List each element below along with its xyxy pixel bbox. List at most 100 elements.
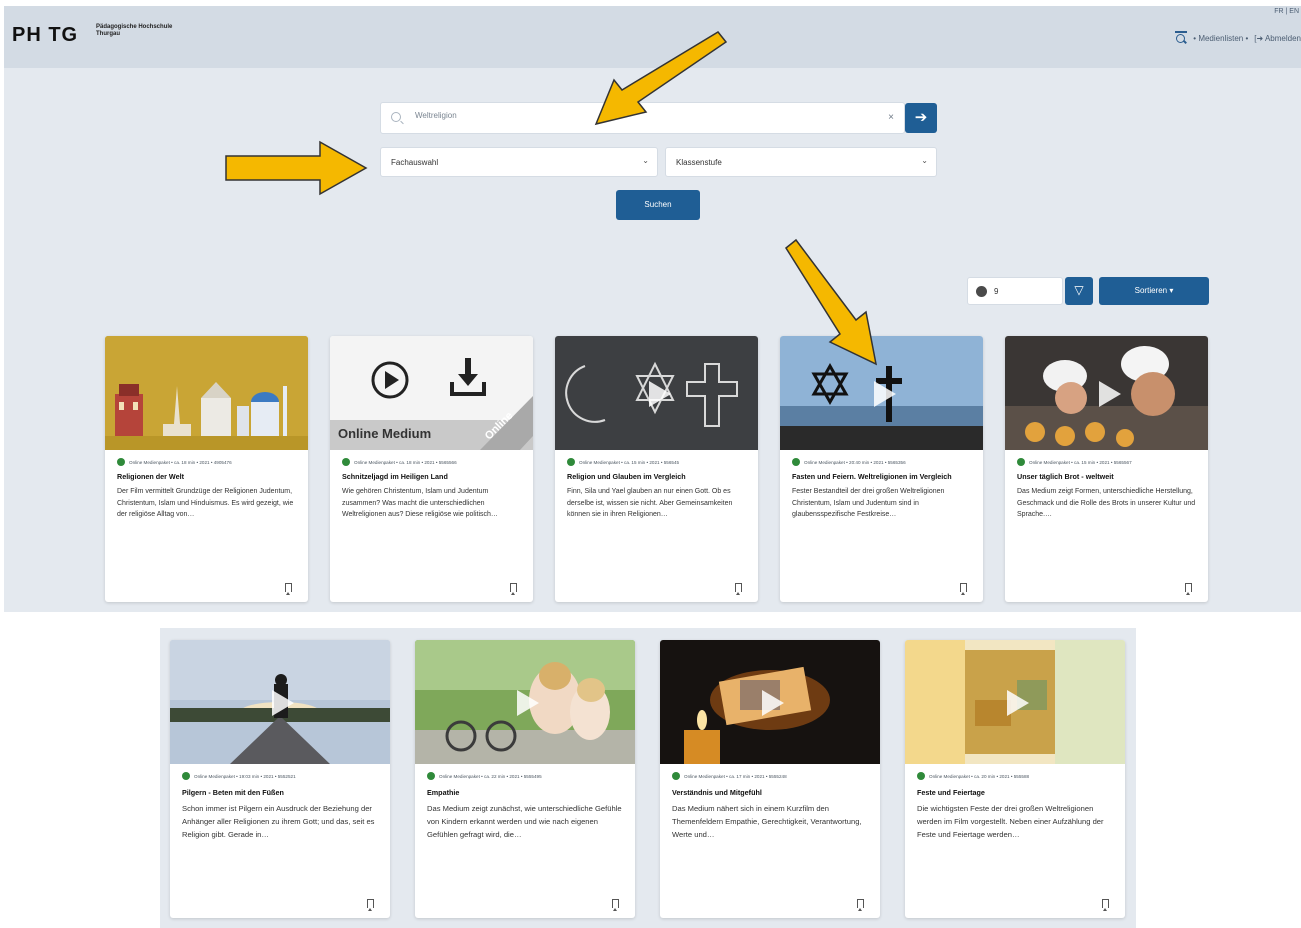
arrow-to-search-input-icon bbox=[594, 31, 728, 126]
card-thumbnail: Online Medium Online bbox=[330, 336, 533, 450]
media-card[interactable]: Online Medienpaket • ca. 15 min • 2021 •… bbox=[1005, 336, 1208, 602]
result-count-value: 9 bbox=[994, 287, 999, 296]
card-description: Das Medium nähert sich in einem Kurzfilm… bbox=[672, 804, 862, 839]
play-icon[interactable] bbox=[1098, 381, 1121, 407]
fachauswahl-select[interactable]: Fachauswahl ⌄ bbox=[380, 147, 658, 177]
play-icon[interactable] bbox=[272, 690, 294, 716]
media-card[interactable]: Online Medienpaket • ca. 15 min • 2021 •… bbox=[555, 336, 758, 602]
chevron-down-icon: ⌄ bbox=[642, 156, 649, 165]
card-meta-text: Online Medienpaket • ca. 17 min • 2021 •… bbox=[684, 773, 787, 779]
filter-button[interactable]: ▽ bbox=[1065, 277, 1093, 305]
religious-buildings-illustration bbox=[105, 336, 308, 450]
card-meta: Online Medienpaket • ca. 17 min • 2021 •… bbox=[660, 764, 880, 780]
more-results-panel: Online Medienpaket • 19:03 min • 2021 • … bbox=[160, 628, 1136, 928]
status-dot-icon bbox=[567, 458, 575, 466]
bookmark-icon[interactable] bbox=[1102, 899, 1109, 911]
fachauswahl-label: Fachauswahl bbox=[391, 158, 439, 167]
media-card[interactable]: Online Medienpaket • ca. 22 min • 2021 •… bbox=[415, 640, 635, 918]
card-description: Das Medium zeigt zunächst, wie unterschi… bbox=[427, 804, 622, 839]
status-dot-icon bbox=[427, 772, 435, 780]
card-meta: Online Medienpaket • ca. 22 min • 2021 •… bbox=[415, 764, 635, 780]
media-card[interactable]: Online Medienpaket • ca. 18 min • 2021 •… bbox=[105, 336, 308, 602]
bookmark-icon[interactable] bbox=[367, 899, 374, 911]
card-meta: Online Medienpaket • ca. 18 min • 2021 •… bbox=[330, 450, 533, 466]
card-meta-text: Online Medienpaket • ca. 15 min • 2021 •… bbox=[579, 459, 680, 465]
institution-name: Pädagogische Hochschule Thurgau bbox=[96, 24, 172, 38]
card-description: Das Medium zeigt Formen, unterschiedlich… bbox=[1017, 488, 1196, 518]
status-dot-icon bbox=[672, 772, 680, 780]
card-title[interactable]: Religion und Glauben im Vergleich bbox=[555, 466, 758, 482]
card-meta: Online Medienpaket • 20:40 min • 2021 • … bbox=[780, 450, 983, 466]
status-dot-icon bbox=[792, 458, 800, 466]
play-icon[interactable] bbox=[517, 690, 539, 716]
card-title[interactable]: Pilgern - Beten mit den Füßen bbox=[170, 780, 390, 798]
play-icon[interactable] bbox=[762, 690, 784, 716]
search-submit-arrow-button[interactable]: ➔ bbox=[905, 103, 937, 133]
media-card[interactable]: Online Medienpaket • ca. 17 min • 2021 •… bbox=[660, 640, 880, 918]
card-title[interactable]: Unser täglich Brot - weltweit bbox=[1005, 466, 1208, 482]
media-card[interactable]: Online Medienpaket • ca. 20 min • 2021 •… bbox=[905, 640, 1125, 918]
card-thumbnail bbox=[555, 336, 758, 450]
play-icon[interactable] bbox=[648, 381, 671, 407]
screenshot: PH TG Pädagogische Hochschule Thurgau FR… bbox=[0, 0, 1301, 928]
result-count: 9 bbox=[967, 277, 1063, 305]
chevron-down-icon: ⌄ bbox=[921, 156, 928, 165]
sort-button[interactable]: Sortieren ▾ bbox=[1099, 277, 1209, 305]
status-dot-icon bbox=[1017, 458, 1025, 466]
card-title[interactable]: Religionen der Welt bbox=[105, 466, 308, 482]
klassenstufe-select[interactable]: Klassenstufe ⌄ bbox=[665, 147, 937, 177]
bookmark-icon[interactable] bbox=[735, 583, 742, 595]
card-description: Wie gehören Christentum, Islam und Juden… bbox=[342, 488, 498, 518]
card-meta: Online Medienpaket • ca. 15 min • 2021 •… bbox=[1005, 450, 1208, 466]
search-icon bbox=[391, 112, 401, 122]
logout-link[interactable]: [➜ Abmelden bbox=[1254, 34, 1301, 43]
language-switch[interactable]: FR | EN bbox=[1274, 8, 1299, 15]
bookmark-icon[interactable] bbox=[285, 583, 292, 595]
card-title[interactable]: Schnitzeljagd im Heiligen Land bbox=[330, 466, 533, 482]
header-nav: • Medienlisten • [➜ Abmelden bbox=[1175, 31, 1301, 44]
card-meta: Online Medienpaket • 19:03 min • 2021 • … bbox=[170, 764, 390, 780]
card-title[interactable]: Fasten und Feiern. Weltreligionen im Ver… bbox=[780, 466, 983, 482]
card-meta-text: Online Medienpaket • ca. 15 min • 2021 •… bbox=[1029, 459, 1132, 465]
status-dot-icon bbox=[917, 772, 925, 780]
play-icon[interactable] bbox=[1007, 690, 1029, 716]
card-description: Finn, Sila und Yael glauben an nur einen… bbox=[567, 488, 733, 518]
online-medium-label: Online Medium bbox=[338, 426, 432, 441]
card-title[interactable]: Feste und Feiertage bbox=[905, 780, 1125, 798]
arrow-to-fasten-card-icon bbox=[785, 238, 878, 366]
card-thumbnail bbox=[415, 640, 635, 764]
card-thumbnail bbox=[170, 640, 390, 764]
card-thumbnail bbox=[905, 640, 1125, 764]
card-meta: Online Medienpaket • ca. 15 min • 2021 •… bbox=[555, 450, 758, 466]
card-thumbnail bbox=[105, 336, 308, 450]
card-meta-text: Online Medienpaket • ca. 18 min • 2021 •… bbox=[354, 459, 457, 465]
status-dot-icon bbox=[342, 458, 350, 466]
card-thumbnail bbox=[660, 640, 880, 764]
card-meta: Online Medienpaket • ca. 18 min • 2021 •… bbox=[105, 450, 308, 466]
card-title[interactable]: Empathie bbox=[415, 780, 635, 798]
card-meta-text: Online Medienpaket • ca. 20 min • 2021 •… bbox=[929, 773, 1030, 779]
media-card[interactable]: Online Medium Online Online Medienpaket … bbox=[330, 336, 533, 602]
play-icon[interactable] bbox=[873, 381, 896, 407]
bookmark-icon[interactable] bbox=[857, 899, 864, 911]
card-description: Schon immer ist Pilgern ein Ausdruck der… bbox=[182, 804, 375, 839]
clear-icon[interactable]: × bbox=[888, 112, 894, 123]
globe-icon bbox=[976, 286, 987, 297]
bookmark-icon[interactable] bbox=[612, 899, 619, 911]
bookmark-icon[interactable] bbox=[1185, 583, 1192, 595]
card-description: Der Film vermittelt Grundzüge der Religi… bbox=[117, 488, 294, 518]
bookmark-icon[interactable] bbox=[960, 583, 967, 595]
media-card[interactable]: Online Medienpaket • 20:40 min • 2021 • … bbox=[780, 336, 983, 602]
klassenstufe-label: Klassenstufe bbox=[676, 158, 722, 167]
bookmark-icon[interactable] bbox=[510, 583, 517, 595]
media-card[interactable]: Online Medienpaket • 19:03 min • 2021 • … bbox=[170, 640, 390, 918]
card-title[interactable]: Verständnis und Mitgefühl bbox=[660, 780, 880, 798]
search-button[interactable]: Suchen bbox=[616, 190, 700, 220]
card-thumbnail bbox=[1005, 336, 1208, 450]
search-icon[interactable] bbox=[1175, 31, 1188, 44]
institution-line2: Thurgau bbox=[96, 31, 120, 37]
card-meta-text: Online Medienpaket • 19:03 min • 2021 • … bbox=[194, 773, 296, 779]
institution-line1: Pädagogische Hochschule bbox=[96, 24, 173, 30]
medienlisten-link[interactable]: • Medienlisten • bbox=[1193, 34, 1248, 43]
phtg-logo[interactable]: PH TG bbox=[12, 24, 78, 47]
